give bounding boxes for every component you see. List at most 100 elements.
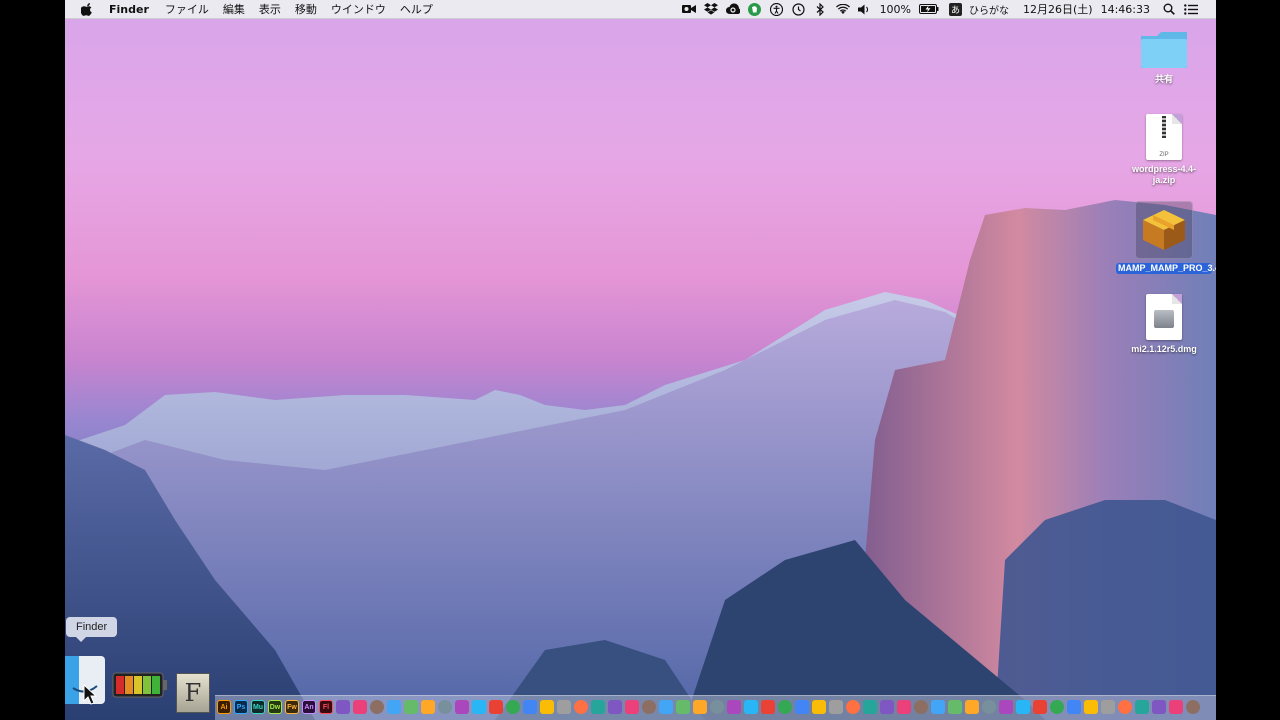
accessibility-icon[interactable]: [770, 2, 784, 16]
apple-menu-icon[interactable]: [81, 2, 95, 16]
wifi-icon[interactable]: [835, 2, 850, 16]
dock-app-icon[interactable]: [812, 700, 826, 714]
dock-app-ps[interactable]: Ps: [234, 700, 248, 714]
dock-app-icon[interactable]: [710, 700, 724, 714]
dock-app-icon[interactable]: [1067, 700, 1081, 714]
disk-image-icon: [1146, 294, 1182, 340]
bluetooth-icon[interactable]: [814, 2, 828, 16]
battery-percent: 100%: [879, 2, 912, 16]
menu-window[interactable]: ウインドウ: [331, 1, 386, 17]
spotlight-search-icon[interactable]: [1162, 2, 1176, 16]
time-machine-icon[interactable]: [792, 2, 806, 16]
dock-app-icon[interactable]: [676, 700, 690, 714]
video-camera-icon[interactable]: [681, 2, 696, 16]
dock-app-icon[interactable]: [608, 700, 622, 714]
menu-view[interactable]: 表示: [259, 1, 281, 17]
dock-battery-widget[interactable]: [112, 670, 168, 700]
dock-app-icon[interactable]: [846, 700, 860, 714]
package-icon: [1135, 201, 1193, 259]
menu-help[interactable]: ヘルプ: [400, 1, 433, 17]
dock-app-an[interactable]: An: [302, 700, 316, 714]
active-app-menu[interactable]: Finder: [109, 3, 149, 16]
battery-indicator-icon: [112, 672, 167, 698]
dock-app-icon[interactable]: [693, 700, 707, 714]
desktop-item-label: mi2.1.12r5.dmg: [1131, 344, 1197, 354]
menubar-date[interactable]: 12月26日(土): [1023, 1, 1093, 17]
dock-app-icon[interactable]: [948, 700, 962, 714]
input-method-label[interactable]: ひらがな: [969, 2, 1009, 17]
dock-app-icon[interactable]: [472, 700, 486, 714]
menu-edit[interactable]: 編集: [223, 1, 245, 17]
dock-app-icon[interactable]: [761, 700, 775, 714]
dock-app-icon[interactable]: [1033, 700, 1047, 714]
dock-app-icon[interactable]: [387, 700, 401, 714]
dock-app-mu[interactable]: Mu: [251, 700, 265, 714]
dock-app-icon[interactable]: [455, 700, 469, 714]
dock-app-icon[interactable]: [880, 700, 894, 714]
desktop-item-mamp-pkg[interactable]: MAMP_MAMP_PRO_3.4.pkg: [1114, 201, 1216, 274]
desktop-item-shared-folder[interactable]: 共有: [1114, 30, 1214, 85]
dock-app-fw[interactable]: Fw: [285, 700, 299, 714]
menu-go[interactable]: 移動: [295, 1, 317, 17]
menu-file[interactable]: ファイル: [165, 1, 209, 17]
dock-app-fl[interactable]: Fl: [319, 700, 333, 714]
status-area: 100% あ ひらがな 12月26日(土) 14:46:33: [678, 0, 1216, 18]
dock-app-icon[interactable]: [1050, 700, 1064, 714]
dock-app-icon[interactable]: [421, 700, 435, 714]
battery-charging-icon[interactable]: [919, 2, 939, 16]
dock-app-icon[interactable]: [795, 700, 809, 714]
notification-center-icon[interactable]: [1184, 2, 1198, 16]
dock-app-icon[interactable]: [778, 700, 792, 714]
dock-app-icon[interactable]: [1084, 700, 1098, 714]
dock-app-icon[interactable]: [1135, 700, 1149, 714]
dock-app-icon[interactable]: [336, 700, 350, 714]
dock-app-icon[interactable]: [829, 700, 843, 714]
dock-app-icon[interactable]: [1118, 700, 1132, 714]
dock-app-icon[interactable]: [591, 700, 605, 714]
dock-app-ai[interactable]: Ai: [217, 700, 231, 714]
dropbox-icon[interactable]: [703, 2, 718, 16]
dock-app-icon[interactable]: [540, 700, 554, 714]
dock-app-icon[interactable]: [625, 700, 639, 714]
dock-app-icon[interactable]: [506, 700, 520, 714]
dock-app-icon[interactable]: [523, 700, 537, 714]
dock-app-icon[interactable]: [863, 700, 877, 714]
dock-app-icon[interactable]: [438, 700, 452, 714]
dock-app-icon[interactable]: [1186, 700, 1200, 714]
mouse-cursor-icon: [83, 684, 97, 705]
dock-app-icon[interactable]: [489, 700, 503, 714]
desktop-item-mi-dmg[interactable]: mi2.1.12r5.dmg: [1114, 294, 1214, 355]
dock-app-icon[interactable]: [965, 700, 979, 714]
dock-app-icon[interactable]: [982, 700, 996, 714]
dock-app-icon[interactable]: [999, 700, 1013, 714]
dock-app-icon[interactable]: [574, 700, 588, 714]
dock-app-icon[interactable]: [1101, 700, 1115, 714]
desktop-item-wordpress-zip[interactable]: ZIP wordpress-4.4-ja.zip: [1114, 114, 1214, 186]
desktop-item-label: MAMP_MAMP_PRO_3.4.pkg: [1116, 263, 1216, 274]
desktop-screen: Finder ファイル 編集 表示 移動 ウインドウ ヘルプ 100% あ ひら…: [65, 0, 1216, 720]
dock-app-icon[interactable]: [659, 700, 673, 714]
dock-app-icon[interactable]: [1169, 700, 1183, 714]
desktop-item-label: 共有: [1154, 74, 1173, 84]
dock-app-icon[interactable]: [353, 700, 367, 714]
dock-app-icon[interactable]: [642, 700, 656, 714]
dock-app-icon[interactable]: [557, 700, 571, 714]
dock-app-icon[interactable]: [404, 700, 418, 714]
dock-app-dw[interactable]: Dw: [268, 700, 282, 714]
volume-icon[interactable]: [858, 2, 872, 16]
dock-app-icon[interactable]: [370, 700, 384, 714]
zip-file-icon: ZIP: [1146, 114, 1182, 160]
menubar-time[interactable]: 14:46:33: [1101, 3, 1150, 16]
input-method-icon[interactable]: あ: [949, 2, 963, 16]
dock-app-icon[interactable]: [1016, 700, 1030, 714]
dock-app-icon[interactable]: [931, 700, 945, 714]
dock-app-icon[interactable]: [744, 700, 758, 714]
creative-cloud-icon[interactable]: [725, 2, 740, 16]
dock-app-icon[interactable]: [1152, 700, 1166, 714]
evernote-icon[interactable]: [748, 2, 762, 16]
dock-app-icon[interactable]: [897, 700, 911, 714]
dock-app-icon[interactable]: [727, 700, 741, 714]
folder-icon: [1141, 32, 1187, 68]
dock-font-book[interactable]: F: [176, 673, 210, 713]
dock-app-icon[interactable]: [914, 700, 928, 714]
